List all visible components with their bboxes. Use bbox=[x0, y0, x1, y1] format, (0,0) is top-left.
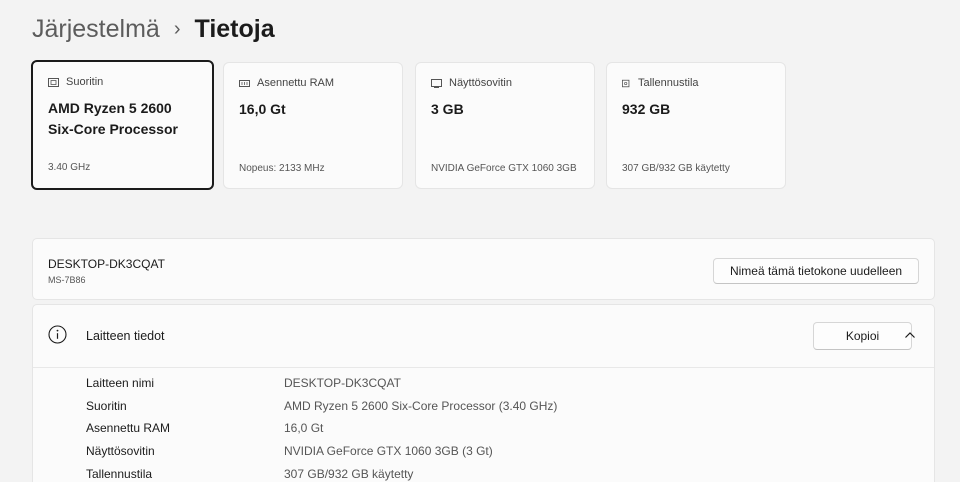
card-value: 3 GB bbox=[431, 99, 464, 120]
card-value: 932 GB bbox=[622, 99, 670, 120]
rename-pc-button[interactable]: Nimeä tämä tietokone uudelleen bbox=[713, 258, 919, 284]
pc-model: MS-7B86 bbox=[48, 275, 86, 285]
breadcrumb: Järjestelmä › Tietoja bbox=[32, 12, 275, 46]
spec-key: Laitteen nimi bbox=[86, 376, 155, 390]
cpu-icon bbox=[48, 77, 59, 87]
spec-key: Asennettu RAM bbox=[86, 421, 171, 435]
pc-name: DESKTOP-DK3CQAT bbox=[48, 257, 165, 271]
card-label: Asennettu RAM bbox=[257, 77, 335, 89]
storage-icon bbox=[622, 79, 630, 87]
card-value-line: Six-Core Processor bbox=[48, 121, 178, 137]
card-value: AMD Ryzen 5 2600 Six-Core Processor bbox=[48, 98, 178, 140]
divider bbox=[33, 367, 934, 368]
card-label: Näyttösovitin bbox=[449, 77, 512, 89]
copy-button[interactable]: Kopioi bbox=[813, 322, 912, 350]
page-title: Tietoja bbox=[194, 14, 275, 43]
spec-key: Suoritin bbox=[86, 399, 127, 413]
spec-row: Näyttösovitin NVIDIA GeForce GTX 1060 3G… bbox=[33, 444, 934, 464]
card-label: Suoritin bbox=[66, 76, 104, 88]
card-storage[interactable]: Tallennustila 932 GB 307 GB/932 GB käyte… bbox=[606, 62, 786, 189]
device-specs-header[interactable]: Laitteen tiedot Kopioi bbox=[33, 305, 934, 367]
spec-key: Tallennustila bbox=[86, 467, 153, 481]
card-sub: NVIDIA GeForce GTX 1060 3GB bbox=[431, 163, 577, 174]
spec-value: NVIDIA GeForce GTX 1060 3GB (3 Gt) bbox=[284, 444, 493, 458]
device-specs-panel: Laitteen tiedot Kopioi Laitteen nimi DES… bbox=[32, 304, 935, 482]
spec-row: Laitteen nimi DESKTOP-DK3CQAT bbox=[33, 376, 934, 396]
card-sub: 3.40 GHz bbox=[48, 162, 91, 173]
card-label: Tallennustila bbox=[638, 77, 699, 89]
info-icon bbox=[48, 325, 67, 344]
spec-value: AMD Ryzen 5 2600 Six-Core Processor (3.4… bbox=[284, 399, 558, 413]
card-value: 16,0 Gt bbox=[239, 99, 286, 120]
pc-name-panel: DESKTOP-DK3CQAT MS-7B86 Nimeä tämä tieto… bbox=[32, 238, 935, 300]
spec-row: Tallennustila 307 GB/932 GB käytetty bbox=[33, 467, 934, 482]
spec-row: Suoritin AMD Ryzen 5 2600 Six-Core Proce… bbox=[33, 399, 934, 419]
card-sub: Nopeus: 2133 MHz bbox=[239, 163, 325, 174]
card-value-line: 3 GB bbox=[431, 101, 464, 117]
card-value-line: 932 GB bbox=[622, 101, 671, 117]
device-specs-title: Laitteen tiedot bbox=[86, 329, 165, 343]
card-ram[interactable]: Asennettu RAM 16,0 Gt Nopeus: 2133 MHz bbox=[223, 62, 403, 189]
card-processor[interactable]: Suoritin AMD Ryzen 5 2600 Six-Core Proce… bbox=[31, 60, 214, 190]
card-gpu[interactable]: Näyttösovitin 3 GB NVIDIA GeForce GTX 10… bbox=[415, 62, 595, 189]
spec-row: Asennettu RAM 16,0 Gt bbox=[33, 421, 934, 441]
card-value-line: 16,0 Gt bbox=[239, 101, 286, 117]
breadcrumb-parent[interactable]: Järjestelmä bbox=[32, 15, 160, 44]
ram-icon bbox=[239, 79, 250, 87]
gpu-icon bbox=[431, 78, 442, 88]
spec-value: DESKTOP-DK3CQAT bbox=[284, 376, 401, 390]
breadcrumb-separator: › bbox=[173, 17, 181, 40]
chevron-up-icon[interactable] bbox=[903, 328, 917, 342]
spec-value: 16,0 Gt bbox=[284, 421, 324, 435]
spec-value: 307 GB/932 GB käytetty bbox=[284, 467, 414, 481]
spec-key: Näyttösovitin bbox=[86, 444, 155, 458]
card-value-line: AMD Ryzen 5 2600 bbox=[48, 100, 172, 116]
card-sub: 307 GB/932 GB käytetty bbox=[622, 163, 730, 174]
